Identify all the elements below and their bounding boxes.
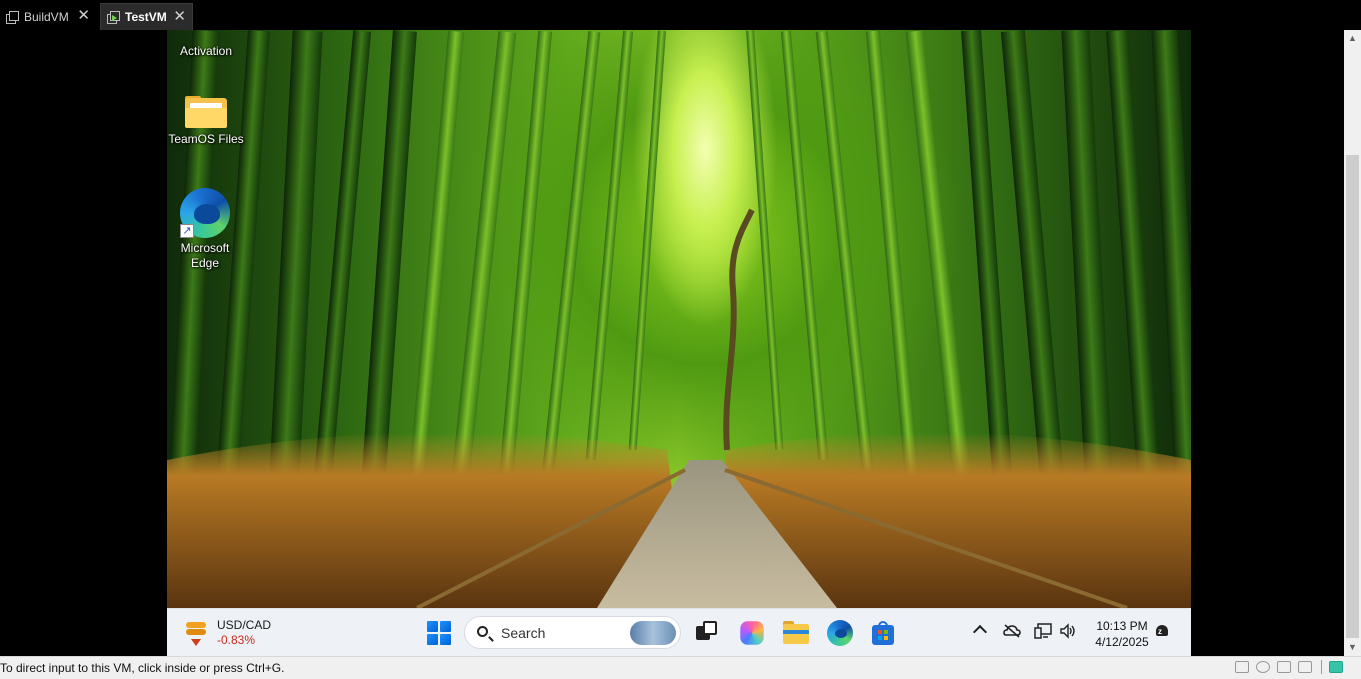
search-highlight-icon [630, 621, 676, 645]
status-message: To direct input to this VM, click inside… [0, 661, 285, 675]
vertical-scrollbar[interactable]: ▲ ▼ [1344, 30, 1361, 656]
cd-icon[interactable] [1256, 661, 1270, 673]
desktop-icon-label: TeamOS Files [168, 132, 244, 146]
clock-time: 10:13 PM [1096, 619, 1148, 633]
running-vm-icon [107, 11, 120, 24]
desktop-icon-label-line2: Edge [190, 256, 220, 270]
onedrive-offline-icon[interactable] [1003, 623, 1021, 642]
network-adapter-icon[interactable] [1277, 661, 1291, 673]
network-icon[interactable] [1034, 623, 1052, 642]
clock[interactable]: 10:13 PM 4/12/2025 [1082, 618, 1162, 650]
clock-date: 4/12/2025 [1095, 635, 1149, 649]
status-bar: To direct input to this VM, click inside… [0, 656, 1361, 679]
task-view-icon[interactable] [694, 620, 720, 646]
vm-tab-bar: BuildVM ✕ TestVM ✕ [0, 0, 1361, 30]
taskbar: USD/CAD -0.83% Search 10:13 PM 4/12/2025… [167, 608, 1191, 656]
message-icon[interactable] [1329, 661, 1343, 673]
widgets-button[interactable]: USD/CAD -0.83% [183, 618, 271, 648]
edge-icon: ↗ [180, 188, 230, 238]
tab-label: BuildVM [24, 9, 69, 24]
bamboo-forest-image [167, 30, 1191, 608]
tab-testvm[interactable]: TestVM ✕ [100, 3, 193, 30]
shortcut-arrow-icon: ↗ [180, 224, 194, 238]
copilot-icon[interactable] [740, 621, 764, 645]
sound-icon[interactable] [1298, 661, 1312, 673]
start-icon[interactable] [427, 621, 451, 645]
widget-change: -0.83% [217, 633, 256, 647]
tab-buildvm[interactable]: BuildVM ✕ [0, 3, 96, 30]
widget-pair: USD/CAD [217, 618, 272, 632]
volume-icon[interactable] [1059, 623, 1077, 642]
tab-label: TestVM [125, 10, 167, 24]
close-icon[interactable]: ✕ [77, 8, 90, 23]
file-explorer-icon[interactable] [783, 620, 809, 646]
desktop-icon-teamos-files[interactable]: TeamOS Files [167, 96, 246, 147]
search-icon [477, 626, 488, 637]
chevron-up-icon[interactable] [972, 624, 988, 640]
hdd-icon[interactable] [1235, 661, 1249, 673]
desktop-wallpaper [167, 30, 1191, 608]
vm-icon [6, 10, 19, 24]
desktop-icon-activation[interactable]: Activation [167, 44, 246, 59]
vm-screen[interactable]: Activation TeamOS Files ↗ Microsoft Edge… [167, 30, 1191, 656]
edge-icon[interactable] [827, 620, 853, 646]
stock-widget-icon [183, 619, 209, 647]
notification-bell-icon[interactable]: z [1155, 625, 1169, 639]
desktop-icon-label-line1: Microsoft [180, 241, 230, 255]
desktop-icon-label: Activation [179, 44, 233, 58]
scrollbar-thumb[interactable] [1346, 155, 1359, 638]
scroll-down-icon[interactable]: ▼ [1344, 639, 1361, 656]
folder-icon [185, 96, 227, 128]
divider [1321, 660, 1322, 674]
close-icon[interactable]: ✕ [173, 9, 186, 24]
desktop-icon-microsoft-edge[interactable]: ↗ Microsoft Edge [167, 188, 245, 271]
search-placeholder: Search [501, 625, 546, 641]
scroll-up-icon[interactable]: ▲ [1344, 30, 1361, 47]
store-icon[interactable] [870, 620, 896, 646]
search-box[interactable]: Search [464, 616, 681, 649]
